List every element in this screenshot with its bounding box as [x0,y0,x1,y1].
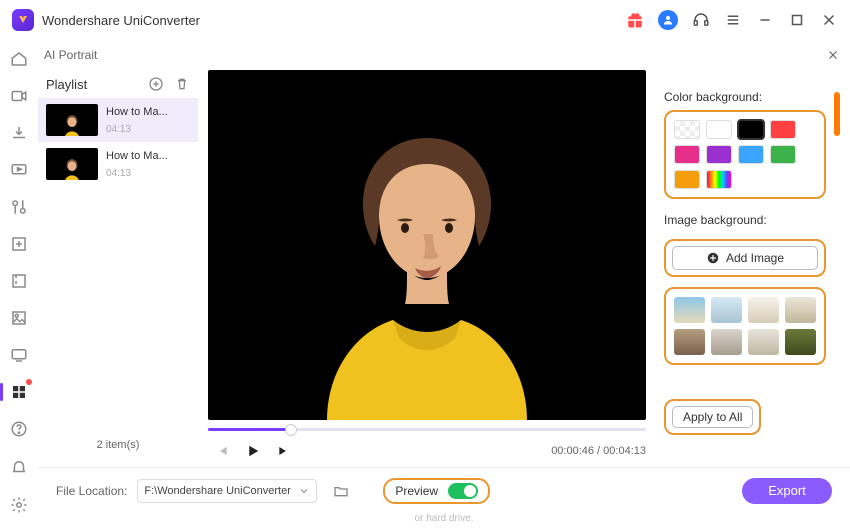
player-time: 00:00:46 / 00:04:13 [551,445,646,457]
open-folder-icon[interactable] [333,483,349,499]
sidebar-item-download[interactable] [8,122,30,143]
highlight-marker [834,92,840,136]
sidebar-item-merge[interactable] [8,233,30,254]
video-timeline[interactable] [208,423,646,435]
bg-thumb[interactable] [785,297,816,323]
swatch-purple[interactable] [706,145,732,164]
add-media-icon[interactable] [148,76,164,92]
playlist-item-title: How to Ma... [106,106,168,118]
swatch-custom-color[interactable] [706,170,732,189]
prev-frame-icon[interactable] [214,443,230,459]
export-button[interactable]: Export [742,478,832,504]
file-location-label: File Location: [56,484,127,498]
bg-thumb[interactable] [785,329,816,355]
apply-all-wrap: Apply to All [664,399,761,435]
footer-bar: File Location: F:\Wondershare UniConvert… [38,467,850,513]
color-swatches [664,110,826,199]
video-preview [208,70,646,420]
sidebar-item-compress[interactable] [8,270,30,291]
playlist-panel: Playlist How to Ma... 04:13 [38,70,198,467]
sidebar-item-player[interactable] [8,159,30,180]
left-sidebar [0,40,38,528]
apply-to-all-button[interactable]: Apply to All [672,406,753,428]
headset-icon[interactable] [692,11,710,29]
panel-title: AI Portrait [44,48,97,62]
sidebar-item-help[interactable] [8,418,30,440]
bg-thumb[interactable] [748,329,779,355]
bg-thumb[interactable] [711,329,742,355]
swatch-orange[interactable] [674,170,700,189]
playlist-title: Playlist [46,77,87,92]
playlist-count: 2 item(s) [38,423,198,467]
swatch-transparent[interactable] [674,120,700,139]
chevron-down-icon [298,485,310,497]
file-location-dropdown[interactable]: F:\Wondershare UniConverter [137,479,317,503]
add-image-button[interactable]: Add Image [672,246,818,270]
playlist-item-title: How to Ma... [106,150,168,162]
gift-icon[interactable] [626,11,644,29]
window-minimize-icon[interactable] [756,11,774,29]
image-thumbnails [664,287,826,365]
next-frame-icon[interactable] [276,443,292,459]
play-icon[interactable] [244,442,262,460]
sidebar-item-video[interactable] [8,85,30,106]
footer-hint: or hard drive. [415,513,474,524]
apply-all-label: Apply to All [683,410,742,424]
bg-thumb[interactable] [711,297,742,323]
file-location-path: F:\Wondershare UniConverter [144,485,291,497]
window-close-icon[interactable] [820,11,838,29]
sidebar-item-edit[interactable] [8,196,30,217]
swatch-red[interactable] [770,120,796,139]
preview-toggle[interactable] [448,483,478,499]
color-bg-label: Color background: [664,90,826,104]
export-label: Export [768,483,806,498]
preview-toggle-wrap: Preview [383,478,490,504]
sidebar-item-image[interactable] [8,307,30,328]
panel-header: AI Portrait [38,40,850,70]
panel-close-icon[interactable] [826,48,840,62]
playlist-item-duration: 04:13 [106,124,168,135]
delete-icon[interactable] [174,76,190,92]
swatch-black[interactable] [738,120,764,139]
bg-thumb[interactable] [674,297,705,323]
sidebar-item-screen[interactable] [8,344,30,365]
playlist-item-duration: 04:13 [106,168,168,179]
window-maximize-icon[interactable] [788,11,806,29]
bg-thumb[interactable] [674,329,705,355]
playlist-thumbnail [46,148,98,180]
user-avatar-icon[interactable] [658,10,678,30]
sidebar-item-notifications[interactable] [8,456,30,478]
add-image-wrap: Add Image [664,239,826,277]
swatch-white[interactable] [706,120,732,139]
app-title: Wondershare UniConverter [42,13,200,28]
swatch-pink[interactable] [674,145,700,164]
right-panel: Color background: Image background: [656,70,842,467]
playlist-item[interactable]: How to Ma... 04:13 [38,142,198,186]
swatch-blue[interactable] [738,145,764,164]
preview-label: Preview [395,484,438,498]
sidebar-item-toolbox[interactable] [8,381,30,402]
sidebar-item-home[interactable] [8,48,30,69]
add-image-label: Add Image [726,251,784,265]
sidebar-item-settings[interactable] [8,494,30,516]
menu-icon[interactable] [724,11,742,29]
playlist-thumbnail [46,104,98,136]
swatch-green[interactable] [770,145,796,164]
playlist-item[interactable]: How to Ma... 04:13 [38,98,198,142]
app-logo [12,9,34,31]
image-bg-label: Image background: [664,213,826,227]
bg-thumb[interactable] [748,297,779,323]
titlebar: Wondershare UniConverter [0,0,850,40]
